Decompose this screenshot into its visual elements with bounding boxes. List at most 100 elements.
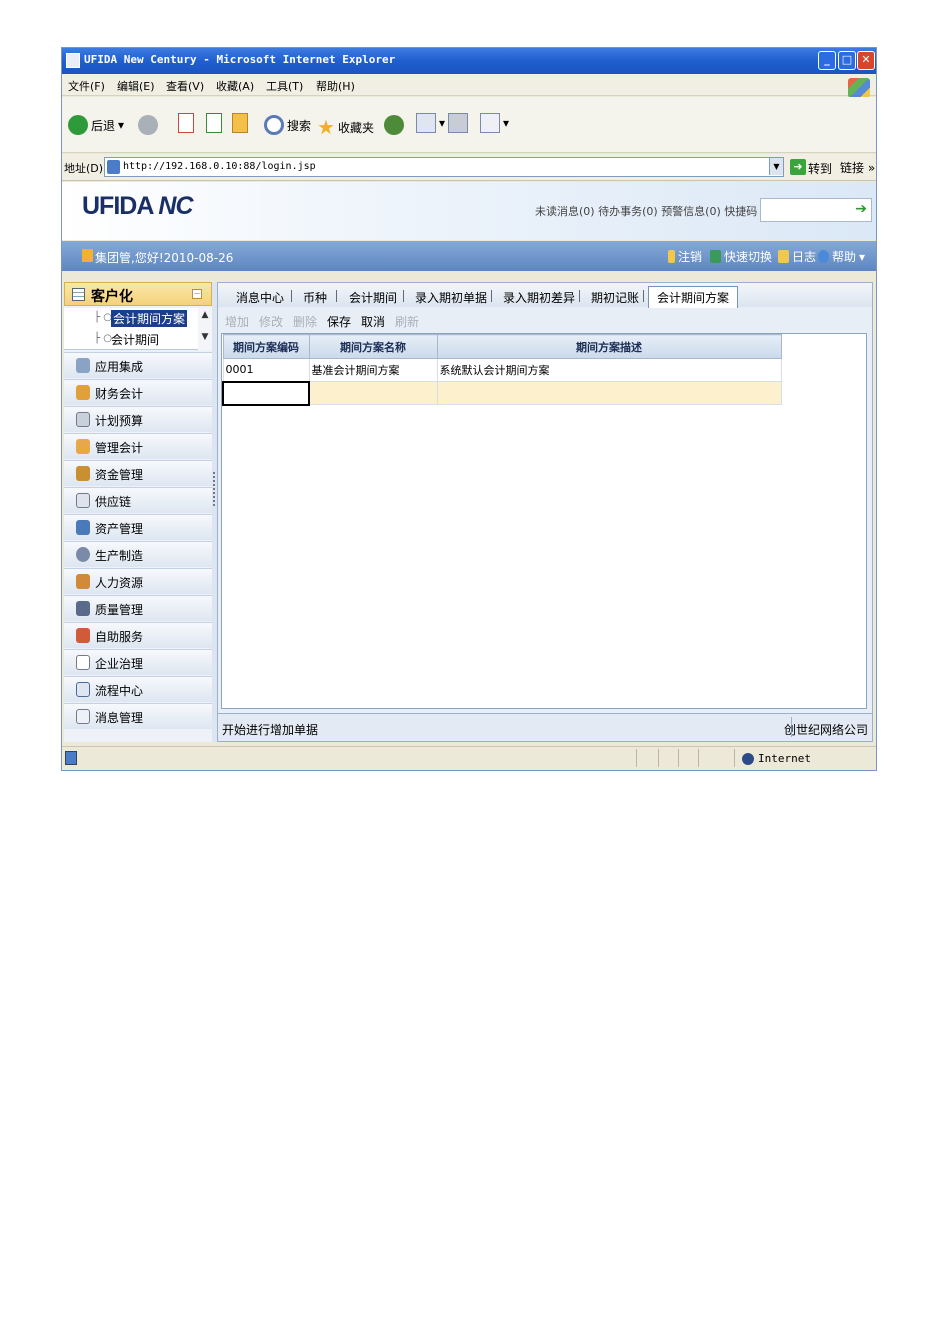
splitter-grip xyxy=(213,472,215,506)
edit-page-button[interactable]: ▾ xyxy=(480,113,509,133)
search-button[interactable]: 搜索 xyxy=(264,115,311,135)
tab-opening-differences[interactable]: 录入期初差异 xyxy=(503,289,575,306)
tab-accounting-period-scheme[interactable]: 会计期间方案 xyxy=(648,286,739,308)
grid-icon xyxy=(72,288,85,301)
new-cell-name[interactable] xyxy=(308,381,438,405)
title-bar: UFIDA New Century - Microsoft Internet E… xyxy=(62,48,876,74)
todo-link[interactable]: 待办事务(0) xyxy=(598,205,658,218)
forward-button[interactable] xyxy=(138,115,158,135)
go-button[interactable]: 转到 xyxy=(808,160,832,177)
collapse-icon[interactable]: − xyxy=(192,289,202,299)
cell-name[interactable]: 基准会计期间方案 xyxy=(308,358,438,382)
history-button[interactable] xyxy=(384,115,404,135)
ie-page-icon xyxy=(66,53,80,68)
menu-favorites[interactable]: 收藏(A) xyxy=(216,78,254,94)
nav-item-enterprise-governance[interactable]: 企业治理 xyxy=(64,649,212,675)
cell-code[interactable]: 0001 xyxy=(222,358,310,382)
new-cell-description[interactable] xyxy=(436,381,782,405)
refresh-button[interactable] xyxy=(206,113,222,133)
sidebar-section-customization[interactable]: 客户化 − xyxy=(64,282,212,306)
stop-button[interactable] xyxy=(178,113,194,133)
alerts-link[interactable]: 预警信息(0) xyxy=(661,205,721,218)
tab-separator xyxy=(579,290,580,302)
tree-node-accounting-period[interactable]: 会计期间 xyxy=(111,331,159,348)
quick-switch-button[interactable]: 快速切换 xyxy=(710,248,772,265)
add-button[interactable]: 增加 xyxy=(225,313,249,330)
home-button[interactable] xyxy=(232,113,248,133)
search-label: 搜索 xyxy=(287,118,312,133)
go-arrow-icon[interactable]: ➜ xyxy=(790,159,806,175)
process-icon xyxy=(76,682,90,697)
security-zone: Internet xyxy=(742,752,811,765)
scroll-up-icon[interactable]: ▲ xyxy=(198,310,212,320)
nav-item-manufacturing[interactable]: 生产制造 xyxy=(64,541,212,567)
nav-item-planning-budget[interactable]: 计划预算 xyxy=(64,406,212,432)
scheme-table: 期间方案编码 期间方案名称 期间方案描述 0001 基准会计期间方案 系统默认会… xyxy=(222,334,782,406)
new-table-row[interactable] xyxy=(222,380,782,406)
column-header-name[interactable]: 期间方案名称 xyxy=(308,334,438,359)
close-button[interactable]: ✕ xyxy=(857,51,875,70)
tree-scrollbar[interactable]: ▲ ▼ xyxy=(198,308,212,350)
back-button[interactable]: 后退 ▾ xyxy=(68,115,124,135)
address-dropdown-button[interactable]: ▼ xyxy=(769,158,783,175)
table-row[interactable]: 0001 基准会计期间方案 系统默认会计期间方案 xyxy=(222,358,782,382)
logo-text: UFIDA xyxy=(82,192,153,220)
dropdown-arrow-icon: ▾ xyxy=(439,116,446,130)
mail-button[interactable]: ▾ xyxy=(416,113,445,133)
status-divider xyxy=(698,749,699,767)
tab-opening-documents[interactable]: 录入期初单据 xyxy=(415,289,487,306)
minimize-button[interactable]: _ xyxy=(818,51,836,70)
tab-currency[interactable]: 币种 xyxy=(303,289,327,306)
log-button[interactable]: 日志 xyxy=(778,248,816,265)
quality-icon xyxy=(76,601,90,616)
cancel-button[interactable]: 取消 xyxy=(361,313,385,330)
favorites-button[interactable]: ★ 收藏夹 xyxy=(317,115,374,139)
delete-button[interactable]: 删除 xyxy=(293,313,317,330)
refresh-button[interactable]: 刷新 xyxy=(395,313,419,330)
menu-help[interactable]: 帮助(H) xyxy=(316,78,355,94)
menu-view[interactable]: 查看(V) xyxy=(166,78,204,94)
nav-item-message-management[interactable]: 消息管理 xyxy=(64,703,212,729)
tab-opening-posting[interactable]: 期初记账 xyxy=(591,289,639,306)
nav-item-self-service[interactable]: 自助服务 xyxy=(64,622,212,648)
manufacturing-icon xyxy=(76,547,90,562)
nav-item-human-resources[interactable]: 人力资源 xyxy=(64,568,212,594)
scroll-down-icon[interactable]: ▼ xyxy=(198,332,212,342)
print-button[interactable] xyxy=(448,113,468,133)
edit-button[interactable]: 修改 xyxy=(259,313,283,330)
logout-button[interactable]: 注销 xyxy=(668,248,702,265)
links-button[interactable]: 链接 » xyxy=(840,159,875,176)
nav-item-financial-accounting[interactable]: 财务会计 xyxy=(64,379,212,405)
save-button[interactable]: 保存 xyxy=(327,313,351,330)
nav-item-application-integration[interactable]: 应用集成 xyxy=(64,352,212,378)
nav-item-supply-chain[interactable]: 供应链 xyxy=(64,487,212,513)
address-input[interactable]: http://192.168.0.10:88/login.jsp xyxy=(104,157,784,177)
nav-item-process-center[interactable]: 流程中心 xyxy=(64,676,212,702)
new-cell-code[interactable] xyxy=(222,380,310,406)
tab-accounting-period[interactable]: 会计期间 xyxy=(349,289,397,306)
unread-messages-link[interactable]: 未读消息(0) xyxy=(535,205,595,218)
status-divider xyxy=(678,749,679,767)
help-button[interactable]: 帮助 ▾ xyxy=(818,248,865,265)
nav-item-asset-management[interactable]: 资产管理 xyxy=(64,514,212,540)
maximize-button[interactable]: □ xyxy=(838,51,856,70)
tab-message-center[interactable]: 消息中心 xyxy=(236,289,284,306)
print-icon xyxy=(448,113,468,133)
cell-description[interactable]: 系统默认会计期间方案 xyxy=(436,358,782,382)
globe-icon xyxy=(742,752,754,765)
ie-toolbar: 后退 ▾ 搜索 ★ 收藏夹 ▾ ▾ xyxy=(62,97,876,153)
column-header-code[interactable]: 期间方案编码 xyxy=(222,334,310,359)
nav-item-management-accounting[interactable]: 管理会计 xyxy=(64,433,212,459)
menu-edit[interactable]: 编辑(E) xyxy=(117,78,155,94)
go-arrow-icon[interactable]: ➔ xyxy=(855,201,867,217)
quick-code-input[interactable]: ➔ xyxy=(760,198,872,222)
menu-tools[interactable]: 工具(T) xyxy=(266,78,303,94)
user-greeting: 集团管,您好!2010-08-26 xyxy=(95,251,234,265)
menu-file[interactable]: 文件(F) xyxy=(68,78,105,94)
tab-separator xyxy=(336,290,337,302)
nav-item-quality-management[interactable]: 质量管理 xyxy=(64,595,212,621)
column-header-description[interactable]: 期间方案描述 xyxy=(436,334,782,359)
nav-item-fund-management[interactable]: 资金管理 xyxy=(64,460,212,486)
forward-arrow-icon xyxy=(138,115,158,135)
tree-node-accounting-period-scheme[interactable]: 会计期间方案 xyxy=(111,310,188,327)
